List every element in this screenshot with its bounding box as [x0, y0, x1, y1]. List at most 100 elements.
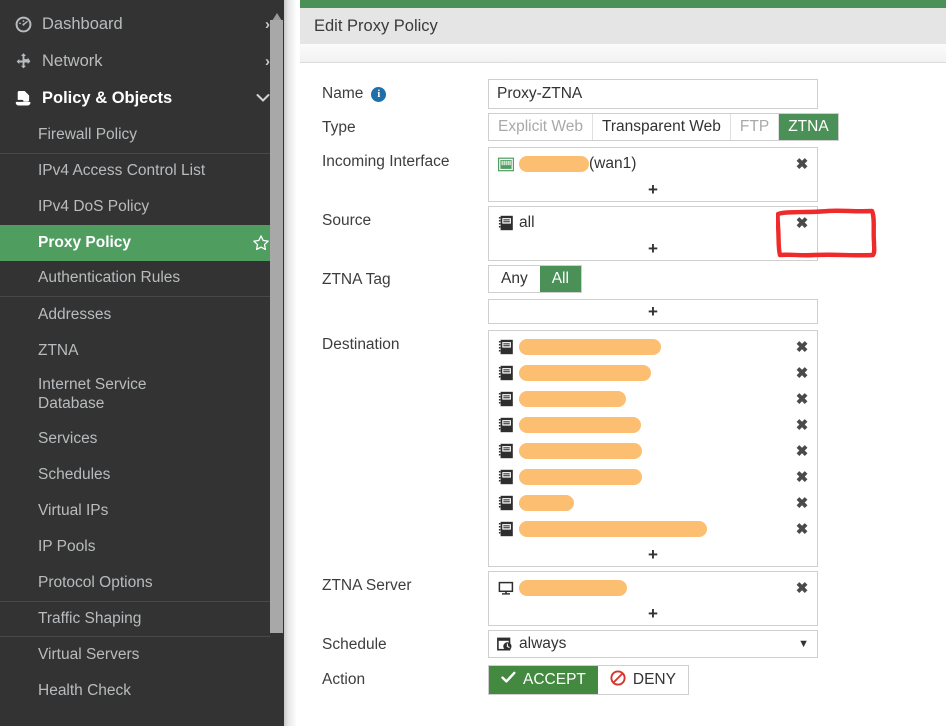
add-incoming-interface-button[interactable]: +	[489, 177, 817, 201]
action-option-deny[interactable]: DENY	[598, 666, 688, 694]
action-option-accept[interactable]: ACCEPT	[489, 666, 598, 694]
form-row-type: Type Explicit Web Transparent Web FTP ZT…	[300, 113, 946, 141]
sidebar-item-authentication-rules[interactable]: Authentication Rules	[0, 261, 284, 297]
remove-item-icon[interactable]: ✖	[794, 418, 810, 433]
sidebar-item-label: IPv4 Access Control List	[38, 162, 270, 181]
list-item[interactable]: ✖	[489, 334, 817, 360]
interface-alias: (wan1)	[589, 155, 636, 172]
check-icon	[501, 671, 516, 689]
type-option-explicit-web[interactable]: Explicit Web	[489, 114, 593, 140]
favorite-star-icon[interactable]	[252, 234, 270, 252]
remove-item-icon[interactable]: ✖	[794, 496, 810, 511]
form-row-schedule: Schedule always ▼	[300, 630, 946, 658]
ztna-server-list: ✖ +	[488, 571, 818, 626]
remove-item-icon[interactable]: ✖	[794, 216, 810, 231]
ztna-server-label-group: ZTNA Server	[322, 571, 488, 595]
type-option-ftp[interactable]: FTP	[731, 114, 779, 140]
sidebar-item-label: ZTNA	[38, 342, 270, 361]
incoming-interface-label: Incoming Interface	[322, 153, 450, 171]
sidebar-item-label: IP Pools	[38, 538, 270, 557]
sidebar-item-addresses[interactable]: Addresses	[0, 297, 284, 333]
sidebar-item-policy-and-objects[interactable]: Policy & Objects	[0, 80, 284, 117]
list-item-value	[519, 468, 794, 486]
destination-label-group: Destination	[322, 330, 488, 354]
list-item[interactable]: ✖	[489, 464, 817, 490]
sidebar-item-dashboard[interactable]: Dashboard ›	[0, 6, 284, 43]
remove-item-icon[interactable]: ✖	[794, 522, 810, 537]
list-item-value: all	[519, 214, 794, 232]
list-item[interactable]: all ✖	[489, 210, 817, 236]
type-option-ztna[interactable]: ZTNA	[779, 114, 837, 140]
redacted-text	[519, 339, 661, 355]
address-book-icon	[498, 215, 515, 232]
ztna-tag-option-any[interactable]: Any	[489, 266, 540, 292]
sidebar-item-protocol-options[interactable]: Protocol Options	[0, 565, 284, 601]
address-book-icon	[498, 521, 515, 538]
add-source-button[interactable]: +	[489, 236, 817, 260]
edit-proxy-policy-panel: Edit Proxy Policy Name i Proxy-ZTNA Type	[300, 0, 946, 726]
sidebar-item-services[interactable]: Services	[0, 421, 284, 457]
sidebar-item-network[interactable]: Network ›	[0, 43, 284, 80]
sidebar-item-label: Network	[36, 52, 265, 71]
add-ztna-server-button[interactable]: +	[489, 601, 817, 625]
form-row-incoming-interface: Incoming Interface (wan1) ✖ +	[300, 147, 946, 202]
name-field-wrap: Proxy-ZTNA	[488, 79, 946, 109]
list-item[interactable]: ✖	[489, 516, 817, 542]
sidebar-nav: Dashboard › Network › Policy & Objects	[0, 0, 284, 709]
list-item[interactable]: ✖	[489, 360, 817, 386]
schedule-select[interactable]: always ▼	[488, 630, 818, 658]
sidebar-item-virtual-servers[interactable]: Virtual Servers	[0, 637, 284, 673]
schedule-field-wrap: always ▼	[488, 630, 946, 658]
add-ztna-tag-button[interactable]: +	[488, 299, 818, 324]
sidebar-item-label: Firewall Policy	[38, 126, 270, 145]
sidebar-item-ztna[interactable]: ZTNA	[0, 333, 284, 369]
list-item[interactable]: ✖	[489, 412, 817, 438]
ztna-tag-option-all[interactable]: All	[540, 266, 581, 292]
info-icon[interactable]: i	[371, 87, 386, 102]
address-book-icon	[498, 391, 515, 408]
address-book-icon	[498, 469, 515, 486]
remove-item-icon[interactable]: ✖	[794, 392, 810, 407]
sidebar-item-virtual-ips[interactable]: Virtual IPs	[0, 493, 284, 529]
name-input[interactable]: Proxy-ZTNA	[488, 79, 818, 109]
remove-item-icon[interactable]: ✖	[794, 581, 810, 596]
sidebar-scrollbar-thumb[interactable]	[270, 20, 283, 633]
list-item-value	[519, 494, 794, 512]
source-label: Source	[322, 212, 371, 230]
sidebar-item-firewall-policy[interactable]: Firewall Policy	[0, 117, 284, 153]
panel-edge-shadow	[284, 0, 300, 726]
sidebar-item-health-check[interactable]: Health Check	[0, 673, 284, 709]
list-item[interactable]: ✖	[489, 490, 817, 516]
sidebar-item-ip-pools[interactable]: IP Pools	[0, 529, 284, 565]
remove-item-icon[interactable]: ✖	[794, 340, 810, 355]
list-item[interactable]: ✖	[489, 575, 817, 601]
scroll-up-arrow-icon[interactable]	[272, 8, 282, 18]
remove-item-icon[interactable]: ✖	[794, 444, 810, 459]
sidebar-item-label: Protocol Options	[38, 574, 270, 593]
sidebar-item-proxy-policy[interactable]: Proxy Policy	[0, 225, 284, 261]
sidebar-item-ipv4-dos-policy[interactable]: IPv4 DoS Policy	[0, 189, 284, 225]
redacted-text	[519, 495, 574, 511]
sidebar-item-internet-service-database[interactable]: Internet Service Database	[0, 369, 284, 421]
sidebar-item-ipv4-access-control-list[interactable]: IPv4 Access Control List	[0, 153, 284, 189]
remove-item-icon[interactable]: ✖	[794, 157, 810, 172]
sidebar-item-schedules[interactable]: Schedules	[0, 457, 284, 493]
dialog-toolbar-strip	[300, 44, 946, 63]
type-option-transparent-web[interactable]: Transparent Web	[593, 114, 731, 140]
chevron-down-icon[interactable]: ▼	[798, 638, 809, 650]
name-label-group: Name i	[322, 79, 488, 103]
incoming-interface-field-wrap: (wan1) ✖ +	[488, 147, 946, 202]
list-item[interactable]: ✖	[489, 438, 817, 464]
sidebar-item-label: Policy & Objects	[36, 89, 256, 108]
form-row-name: Name i Proxy-ZTNA	[300, 79, 946, 109]
ztna-tag-field-wrap: Any All +	[488, 265, 946, 324]
add-destination-button[interactable]: +	[489, 542, 817, 566]
source-field-wrap: all ✖ +	[488, 206, 946, 261]
sidebar: Dashboard › Network › Policy & Objects	[0, 0, 284, 726]
remove-item-icon[interactable]: ✖	[794, 366, 810, 381]
list-item[interactable]: (wan1) ✖	[489, 151, 817, 177]
remove-item-icon[interactable]: ✖	[794, 470, 810, 485]
list-item[interactable]: ✖	[489, 386, 817, 412]
sidebar-item-traffic-shaping[interactable]: Traffic Shaping	[0, 601, 284, 637]
sidebar-item-label: Dashboard	[36, 15, 265, 34]
